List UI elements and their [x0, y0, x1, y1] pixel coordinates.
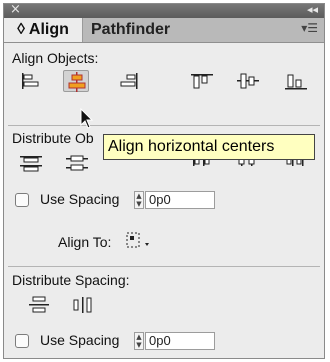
spacing-stepper[interactable]: ▲ ▼ [134, 332, 144, 350]
tab-bar: ◊ Align Pathfinder ▾☰ [4, 18, 324, 43]
separator [8, 125, 320, 126]
panel-titlebar: × ◂◂ [4, 3, 324, 18]
distribute-vertical-centers-icon[interactable] [64, 152, 90, 174]
mouse-cursor-icon [80, 108, 94, 129]
spacing-field[interactable]: 0p0 [145, 332, 215, 350]
use-spacing-checkbox[interactable] [15, 193, 29, 207]
align-left-edges-icon[interactable] [19, 70, 45, 92]
distribute-spacing-label: Distribute Spacing: [12, 272, 130, 288]
close-icon[interactable]: × [10, 3, 21, 17]
tab-pathfinder[interactable]: Pathfinder [83, 18, 191, 42]
use-spacing-label: Use Spacing [40, 191, 120, 207]
distribute-objects-label: Distribute Ob [12, 130, 94, 146]
distribute-vertical-space-icon[interactable] [26, 294, 52, 316]
align-vertical-centers-icon[interactable] [235, 70, 261, 92]
align-to-selection-dropdown[interactable] [124, 230, 154, 252]
panel-menu-icon[interactable]: ▾☰ [301, 21, 318, 35]
distribute-horizontal-space-icon[interactable] [70, 294, 96, 316]
tooltip: Align horizontal centers [103, 134, 315, 160]
spacing-field[interactable]: 0p0 [145, 191, 215, 209]
align-objects-label: Align Objects: [12, 50, 99, 66]
spacing-stepper[interactable]: ▲ ▼ [134, 191, 144, 209]
distribute-top-edges-icon[interactable] [18, 152, 44, 174]
align-top-edges-icon[interactable] [189, 70, 215, 92]
align-bottom-edges-icon[interactable] [283, 70, 309, 92]
use-spacing-label: Use Spacing [40, 332, 120, 348]
use-spacing-checkbox[interactable] [15, 334, 29, 348]
align-horizontal-centers-icon[interactable] [63, 70, 89, 92]
align-right-edges-icon[interactable] [116, 70, 142, 92]
tab-align[interactable]: ◊ Align [4, 18, 83, 42]
align-to-label: Align To: [58, 234, 112, 250]
align-panel: × ◂◂ ◊ Align Pathfinder ▾☰ Align Objects… [3, 3, 325, 359]
collapse-icon[interactable]: ◂◂ [307, 3, 318, 17]
separator [8, 266, 320, 267]
